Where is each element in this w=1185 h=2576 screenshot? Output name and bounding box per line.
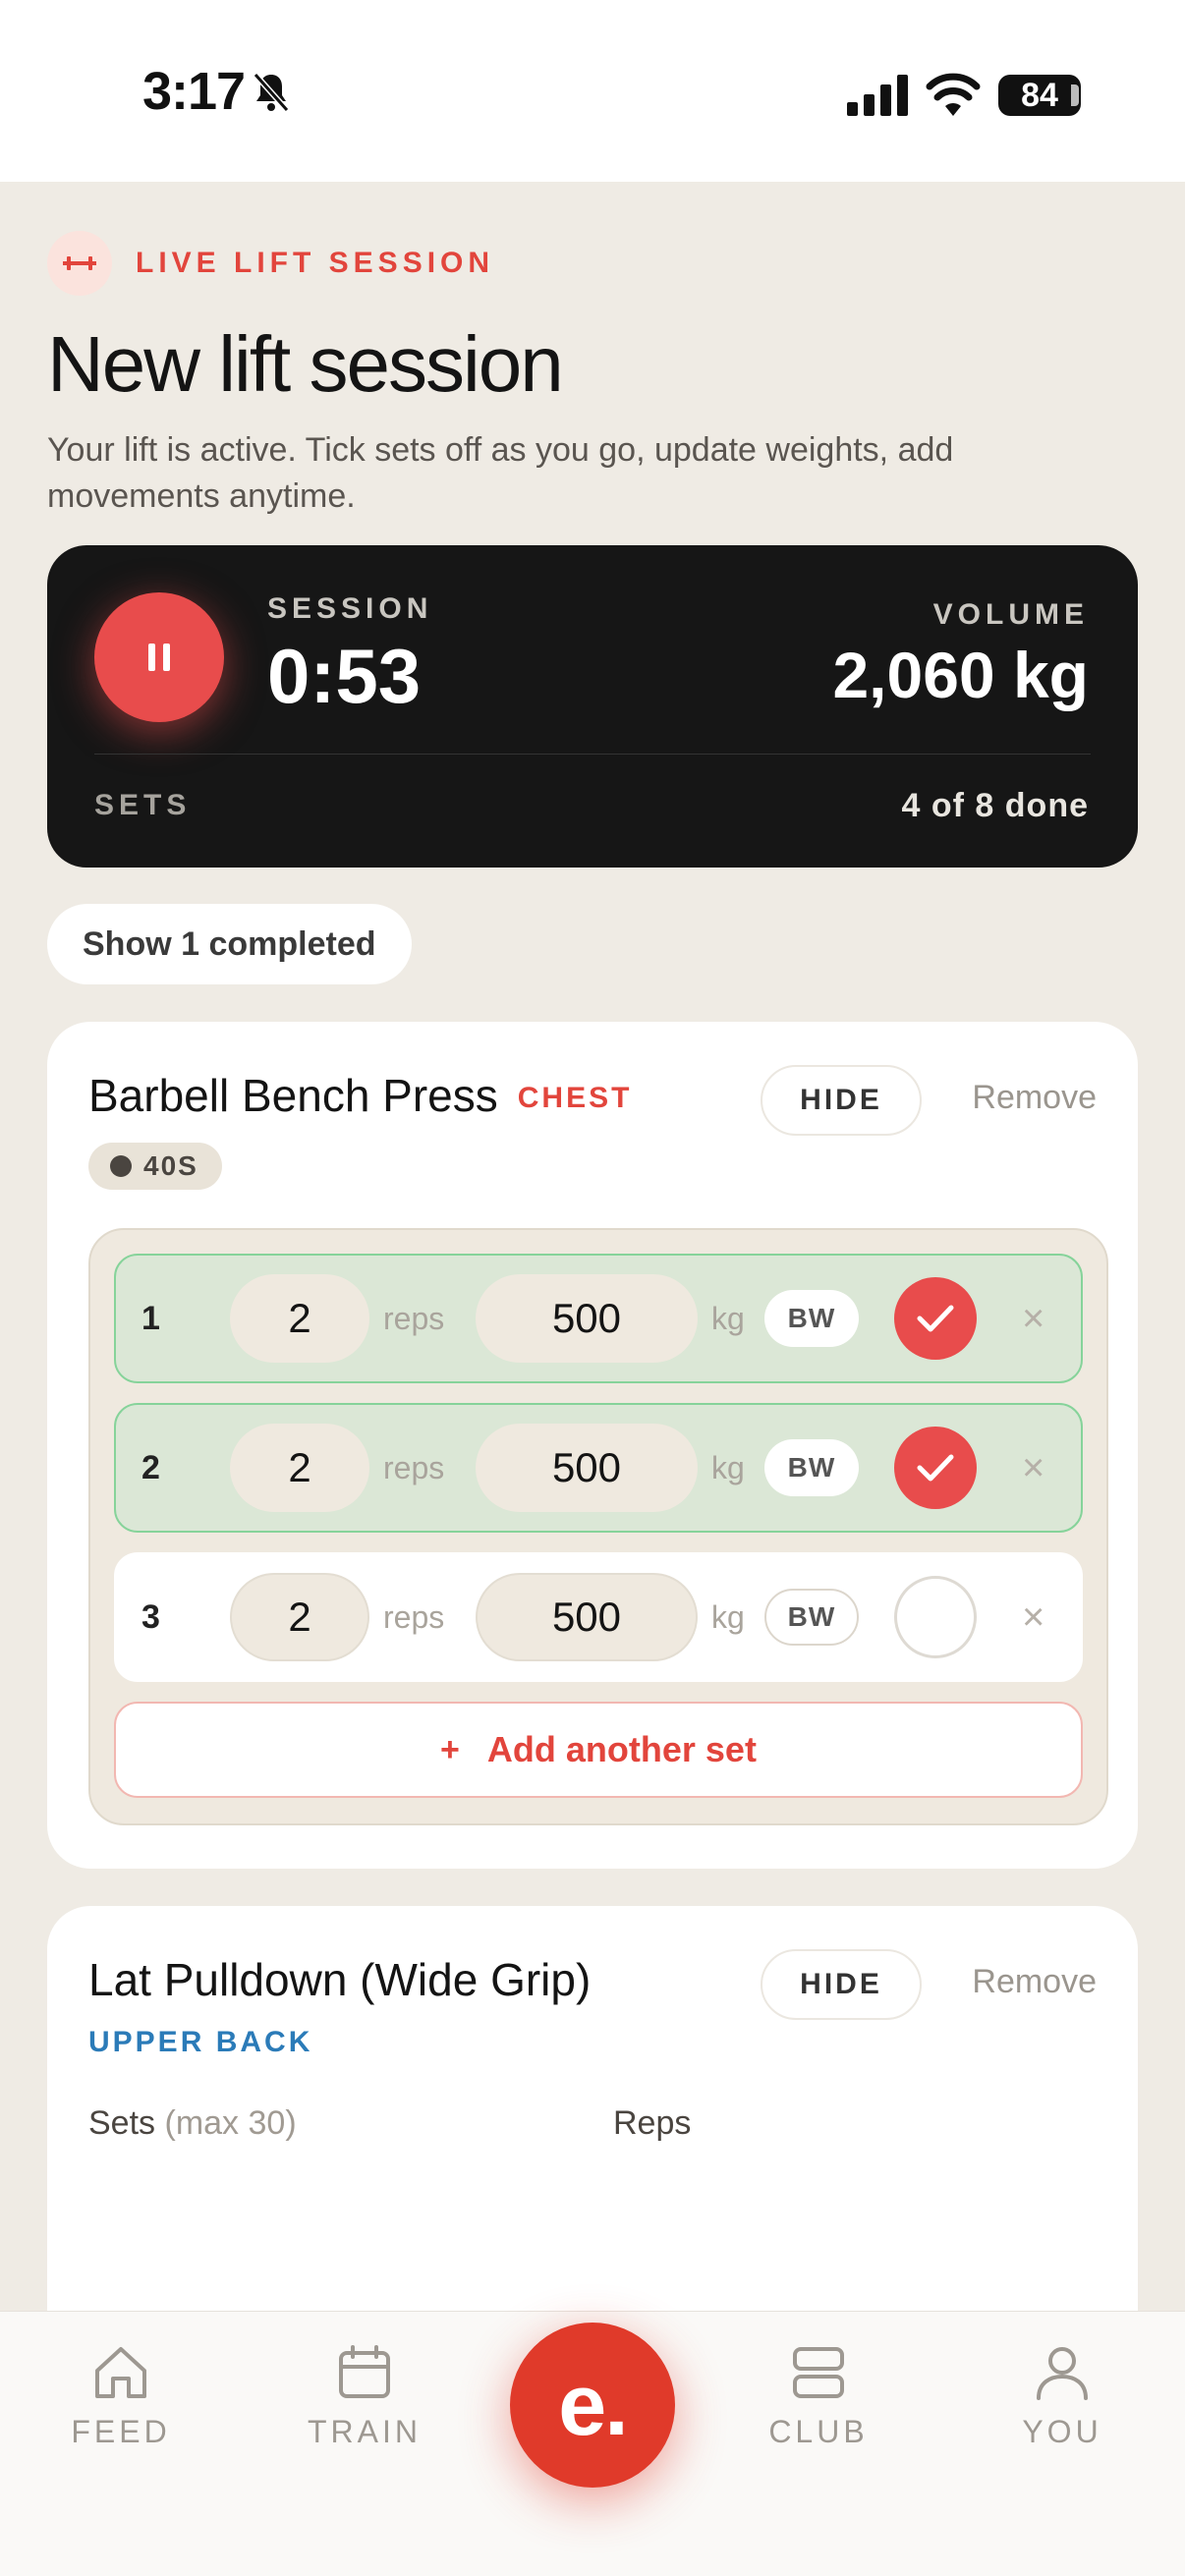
dot-icon <box>110 1155 132 1177</box>
sets-field-label: Sets (max 30) <box>88 2104 297 2143</box>
pause-icon <box>148 644 170 671</box>
weight-input[interactable]: 500 <box>476 1274 698 1363</box>
set-row: 3 2 reps 500 kg BW × <box>114 1552 1083 1682</box>
exercise-card: Barbell Bench Press CHEST HIDE Remove 40S… <box>47 1022 1138 1869</box>
cellular-signal-icon <box>847 75 908 116</box>
sets-field-label-text: Sets <box>88 2104 156 2142</box>
bodyweight-toggle[interactable]: BW <box>764 1439 859 1496</box>
add-set-label: Add another set <box>486 1729 757 1769</box>
status-time: 3:17 <box>142 62 246 121</box>
reps-field-label: Reps <box>613 2104 692 2142</box>
home-icon <box>95 2347 146 2398</box>
stack-icon <box>793 2347 844 2398</box>
set-number: 1 <box>141 1299 160 1337</box>
session-label: SESSION <box>267 592 433 625</box>
bodyweight-toggle[interactable]: BW <box>764 1589 859 1646</box>
status-bar: 3:17 84 <box>0 0 1185 182</box>
show-completed-button[interactable]: Show 1 completed <box>47 904 412 984</box>
wifi-icon <box>926 73 981 116</box>
volume-value: 2,060 kg <box>832 639 1089 711</box>
rest-time: 40S <box>143 1150 198 1181</box>
center-action-logo-button[interactable]: e. <box>510 2323 675 2488</box>
bodyweight-toggle[interactable]: BW <box>764 1290 859 1347</box>
tab-feed[interactable]: FEED <box>37 2341 204 2450</box>
set-complete-checkbox[interactable] <box>894 1427 977 1509</box>
reps-unit: reps <box>383 1449 445 1485</box>
reps-unit: reps <box>383 1598 445 1635</box>
sets-field-hint: (max 30) <box>164 2104 297 2142</box>
tab-label: YOU <box>1022 2414 1102 2449</box>
reps-input[interactable]: 2 <box>230 1424 369 1512</box>
hide-button[interactable]: HIDE <box>761 1949 922 2020</box>
sets-panel: 1 2 reps 500 kg BW × 2 2 reps 500 kg BW <box>88 1228 1108 1825</box>
delete-set-icon[interactable]: × <box>1022 1446 1044 1490</box>
tab-you[interactable]: YOU <box>979 2341 1146 2450</box>
tab-label: TRAIN <box>308 2414 422 2449</box>
plus-icon: + <box>440 1730 460 1768</box>
weight-unit: kg <box>711 1300 745 1336</box>
remove-button[interactable]: Remove <box>972 1079 1097 1117</box>
exercise-title: Barbell Bench Press CHEST <box>88 1069 632 1122</box>
weight-unit: kg <box>711 1598 745 1635</box>
session-eyebrow: LIVE LIFT SESSION <box>47 231 494 296</box>
checkmark-icon <box>917 1305 954 1332</box>
tab-club[interactable]: CLUB <box>735 2341 902 2450</box>
volume-label: VOLUME <box>932 598 1089 631</box>
page-subtitle: Your lift is active. Tick sets off as yo… <box>47 431 954 515</box>
rest-timer-chip[interactable]: 40S <box>88 1143 222 1190</box>
page-title: New lift session <box>47 320 564 408</box>
tab-label: FEED <box>71 2414 171 2449</box>
muscle-tag: CHEST <box>517 1082 633 1114</box>
exercise-name: Lat Pulldown (Wide Grip) <box>88 1954 592 2005</box>
set-complete-checkbox[interactable] <box>894 1576 977 1658</box>
set-complete-checkbox[interactable] <box>894 1277 977 1360</box>
sets-label: SETS <box>94 789 192 821</box>
reps-input[interactable]: 2 <box>230 1274 369 1363</box>
set-row: 1 2 reps 500 kg BW × <box>114 1254 1083 1383</box>
weight-unit: kg <box>711 1449 745 1485</box>
set-number: 2 <box>141 1448 160 1486</box>
battery-indicator: 84 <box>998 75 1081 116</box>
hide-button[interactable]: HIDE <box>761 1065 922 1136</box>
sets-progress: 4 of 8 done <box>901 787 1089 824</box>
checkmark-icon <box>917 1454 954 1482</box>
tab-train[interactable]: TRAIN <box>281 2341 448 2450</box>
remove-button[interactable]: Remove <box>972 1963 1097 2001</box>
session-summary-card: SESSION 0:53 VOLUME 2,060 kg SETS 4 of 8… <box>47 545 1138 868</box>
set-row: 2 2 reps 500 kg BW × <box>114 1403 1083 1533</box>
delete-set-icon[interactable]: × <box>1022 1297 1044 1341</box>
battery-nub <box>1071 84 1079 106</box>
add-set-button[interactable]: + Add another set <box>114 1702 1083 1798</box>
weight-input[interactable]: 500 <box>476 1573 698 1661</box>
eyebrow-text: LIVE LIFT SESSION <box>136 247 495 279</box>
calendar-icon <box>339 2345 390 2398</box>
reps-unit: reps <box>383 1300 445 1336</box>
weight-input[interactable]: 500 <box>476 1424 698 1512</box>
person-icon <box>1037 2347 1088 2400</box>
tab-label: CLUB <box>768 2414 869 2449</box>
reps-input[interactable]: 2 <box>230 1573 369 1661</box>
session-timer: 0:53 <box>267 633 422 719</box>
set-number: 3 <box>141 1597 160 1636</box>
delete-set-icon[interactable]: × <box>1022 1596 1044 1640</box>
muscle-tag: UPPER BACK <box>88 2026 313 2058</box>
barbell-icon <box>47 231 112 296</box>
exercise-name: Barbell Bench Press <box>88 1070 498 1121</box>
divider <box>94 754 1091 755</box>
pause-button[interactable] <box>94 592 224 722</box>
bell-slash-icon <box>253 73 290 112</box>
